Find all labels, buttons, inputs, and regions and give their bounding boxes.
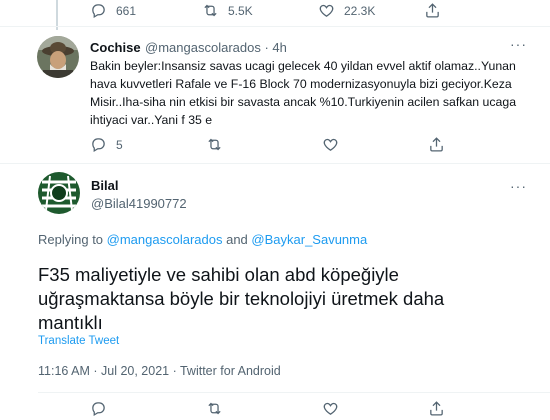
tweet-text: Bakin beyler:Insansiz savas ucagi gelece…: [90, 59, 517, 127]
reply-tweet-actions: 5: [0, 136, 550, 156]
share-icon: [430, 401, 443, 416]
divider: [38, 392, 550, 393]
reply-icon: [92, 4, 105, 19]
share-button[interactable]: [424, 2, 441, 19]
retweet-icon: [208, 138, 221, 151]
reply-button[interactable]: 661: [90, 2, 136, 19]
retweet-icon: [204, 4, 217, 17]
like-button[interactable]: [322, 136, 339, 153]
share-icon: [430, 137, 443, 152]
separator-dot: ·: [260, 40, 273, 55]
heart-icon: [323, 138, 338, 151]
reply-button[interactable]: [90, 400, 107, 417]
like-button[interactable]: [322, 400, 339, 417]
retweet-button[interactable]: [206, 136, 223, 153]
avatar-cochise[interactable]: [37, 36, 79, 78]
retweet-count: 5.5K: [228, 3, 253, 18]
tweet-time[interactable]: 4h: [272, 40, 286, 55]
reply-icon: [92, 138, 105, 153]
reply-tweet-header: Cochise @mangascolarados · 4h: [90, 39, 287, 57]
like-count: 22.3K: [344, 3, 376, 18]
reply-count: 5: [116, 137, 123, 152]
heart-icon: [319, 4, 334, 17]
avatar-bilal[interactable]: [38, 172, 80, 214]
author-name[interactable]: Bilal: [91, 178, 118, 193]
tweet-timestamp[interactable]: 11:16 AM · Jul 20, 2021 · Twitter for An…: [38, 364, 281, 378]
heart-icon: [323, 402, 338, 415]
share-button[interactable]: [428, 136, 445, 153]
replying-to: Replying to @mangascolarados and @Baykar…: [38, 232, 367, 247]
divider: [0, 163, 550, 164]
retweet-icon: [208, 402, 221, 415]
author-handle[interactable]: @Bilal41990772: [91, 196, 187, 211]
more-options-icon[interactable]: ···: [510, 178, 527, 194]
reply-count: 661: [116, 3, 137, 18]
author-name[interactable]: Cochise: [90, 40, 141, 55]
author-handle[interactable]: @mangascolarados: [145, 40, 261, 55]
mention-link[interactable]: @mangascolarados: [107, 232, 223, 247]
main-tweet-text: F35 maliyetiyle ve sahibi olan abd köpeğ…: [38, 264, 445, 333]
replying-prefix: Replying to: [38, 232, 107, 247]
retweet-button[interactable]: [206, 400, 223, 417]
share-button[interactable]: [428, 400, 445, 417]
avatar-image: [37, 36, 79, 78]
main-tweet-actions: [0, 400, 550, 420]
reply-button[interactable]: 5: [90, 136, 123, 153]
top-tweet-actions: 661 5.5K 22.3K: [0, 0, 550, 22]
reply-icon: [92, 402, 105, 417]
divider: [0, 26, 550, 27]
replying-and: and: [222, 232, 252, 247]
avatar-image: [38, 172, 80, 214]
mention-link[interactable]: @Baykar_Savunma: [251, 232, 367, 247]
retweet-button[interactable]: 5.5K: [202, 2, 253, 19]
like-button[interactable]: 22.3K: [318, 2, 375, 19]
translate-tweet-link[interactable]: Translate Tweet: [38, 335, 119, 347]
more-options-icon[interactable]: ···: [510, 36, 527, 52]
share-icon: [426, 3, 439, 18]
